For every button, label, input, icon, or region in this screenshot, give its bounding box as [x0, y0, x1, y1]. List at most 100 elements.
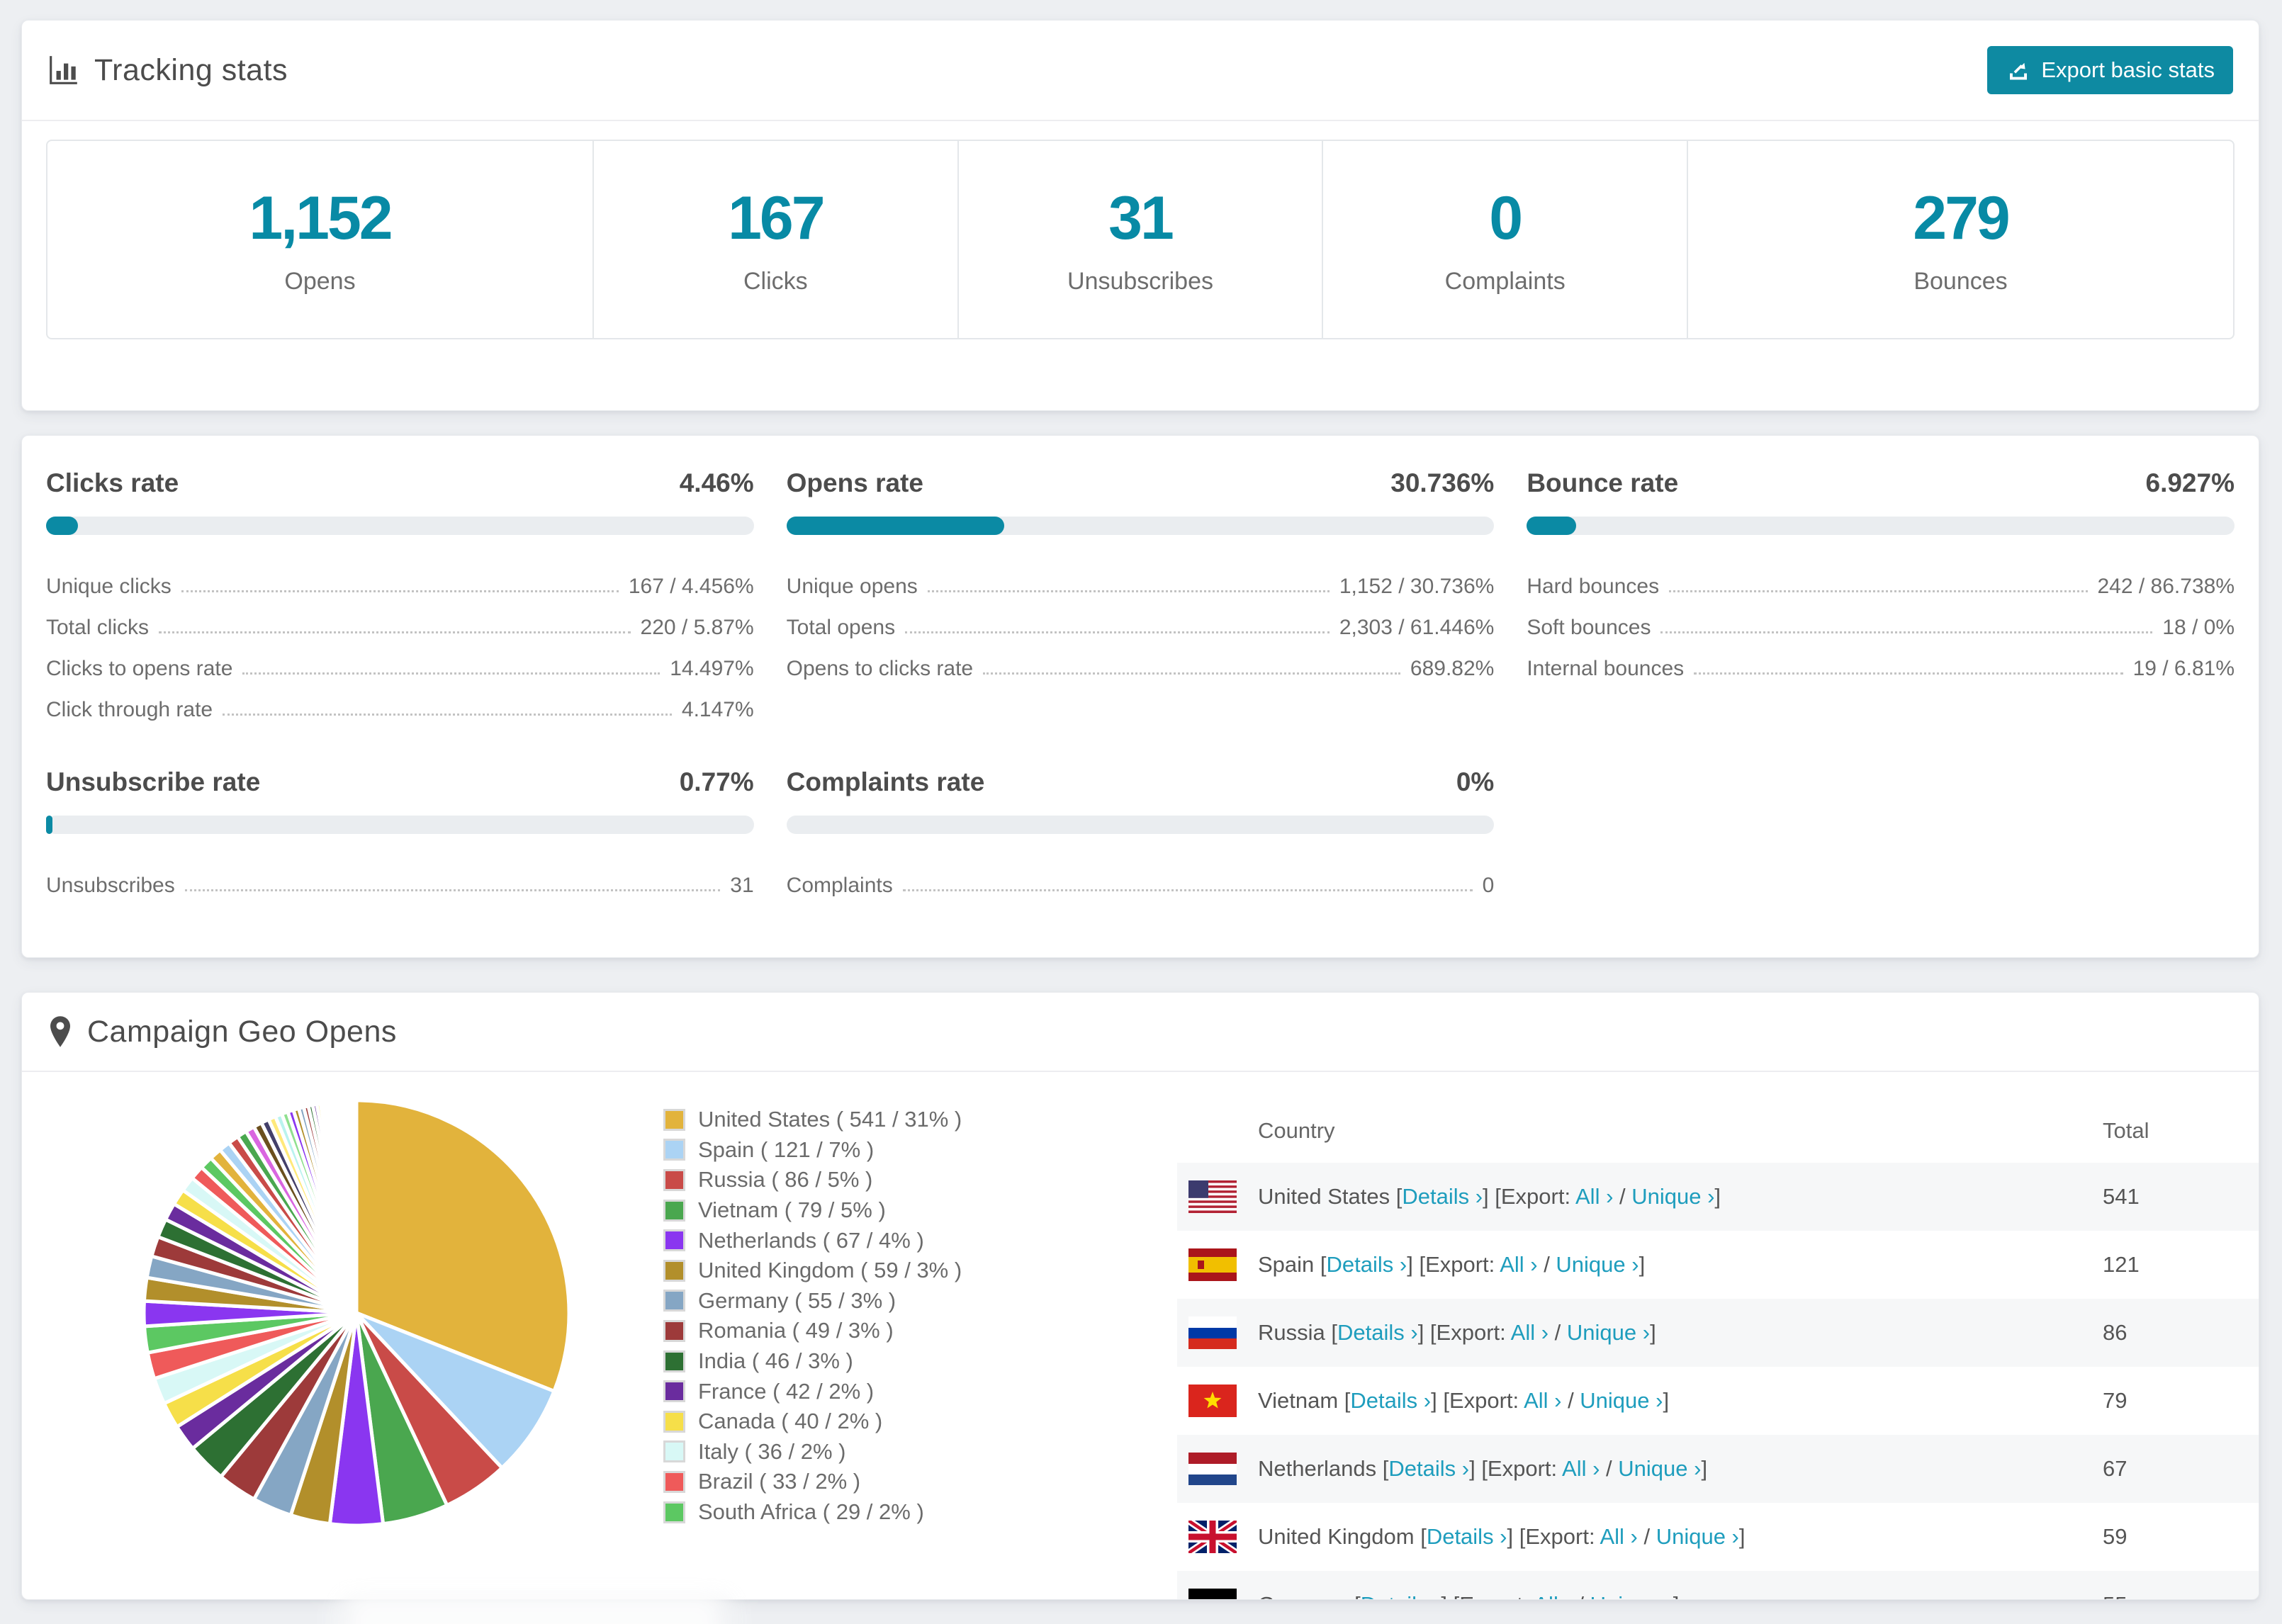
detail-row: Soft bounces 18 / 0%: [1527, 599, 2235, 640]
table-row-gb: United Kingdom [Details ›] [Export: All …: [1177, 1503, 2259, 1571]
detail-value: 31: [730, 874, 754, 897]
details-link-de[interactable]: Details ›: [1361, 1592, 1441, 1599]
rate-section-complaints: Complaints rate 0% Complaints 0: [786, 767, 1495, 898]
country-cell: Germany [Details ›] [Export: All › / Uni…: [1177, 1589, 2103, 1599]
dotted-leader: [902, 889, 1473, 891]
legend-label: Brazil ( 33 / 2% ): [698, 1469, 861, 1494]
export-button-label: Export basic stats: [2041, 57, 2215, 82]
detail-row: Unsubscribes 31: [46, 857, 754, 898]
export-unique-link-ru[interactable]: Unique ›: [1567, 1320, 1650, 1345]
country-cell: United Kingdom [Details ›] [Export: All …: [1177, 1521, 2103, 1553]
legend-swatch: [663, 1410, 685, 1433]
detail-label: Unique opens: [786, 575, 918, 598]
dotted-leader: [1669, 590, 2088, 592]
rate-title: Opens rate: [786, 468, 923, 497]
legend-label: France ( 42 / 2% ): [698, 1378, 875, 1404]
country-name: Vietnam: [1258, 1388, 1339, 1413]
dotted-leader: [1660, 631, 2153, 633]
progress-bar-fill: [46, 517, 78, 535]
detail-value: 1,152 / 30.736%: [1339, 575, 1495, 598]
page-title: Tracking stats: [94, 52, 288, 87]
legend-swatch: [663, 1440, 685, 1463]
legend-item: Romania ( 49 / 3% ): [663, 1316, 962, 1346]
progress-bar-fill: [46, 816, 52, 834]
details-link-vn[interactable]: Details ›: [1350, 1388, 1431, 1413]
details-link-ru[interactable]: Details ›: [1337, 1320, 1418, 1345]
country-cell: Vietnam [Details ›] [Export: All › / Uni…: [1177, 1385, 2103, 1417]
bar-chart-icon: [47, 54, 80, 86]
rate-head: Opens rate 30.736%: [787, 468, 1495, 498]
export-unique-link-es[interactable]: Unique ›: [1556, 1252, 1639, 1277]
export-all-link-us[interactable]: All ›: [1575, 1184, 1613, 1209]
legend-swatch: [663, 1139, 685, 1161]
detail-label: Soft bounces: [1527, 616, 1651, 639]
legend-item: United States ( 541 / 31% ): [663, 1105, 962, 1135]
rate-title: Bounce rate: [1527, 468, 1679, 497]
country-cell: United States [Details ›] [Export: All ›…: [1177, 1180, 2103, 1213]
rate-value: 30.736%: [1390, 468, 1495, 497]
legend-label: United Kingdom ( 59 / 3% ): [698, 1258, 962, 1283]
export-basic-stats-button[interactable]: Export basic stats: [1987, 46, 2233, 94]
legend-label: Vietnam ( 79 / 5% ): [698, 1197, 886, 1223]
export-unique-link-de[interactable]: Unique ›: [1590, 1592, 1673, 1599]
legend-item: Vietnam ( 79 / 5% ): [663, 1195, 962, 1226]
total-cell: 79: [2103, 1388, 2128, 1413]
stat-cell-bounces: 279 Bounces: [1688, 141, 2233, 338]
stat-cell-clicks: 167 Clicks: [594, 141, 959, 338]
export-all-link-de[interactable]: All ›: [1534, 1592, 1571, 1599]
legend-swatch: [663, 1501, 685, 1523]
detail-row: Total opens 2,303 / 61.446%: [787, 599, 1495, 640]
table-row-nl: Netherlands [Details ›] [Export: All › /…: [1177, 1435, 2259, 1503]
pie-slice-57[interactable]: [353, 1098, 359, 1315]
detail-row: Total clicks 220 / 5.87%: [46, 599, 754, 640]
export-all-link-gb[interactable]: All ›: [1600, 1524, 1637, 1549]
de-flag-icon: [1188, 1589, 1237, 1599]
export-unique-link-us[interactable]: Unique ›: [1631, 1184, 1714, 1209]
geo-country-table: Country Total United States [Details ›] …: [1177, 1099, 2259, 1599]
detail-row: Opens to clicks rate 689.82%: [787, 640, 1495, 681]
rate-head: Clicks rate 4.46%: [46, 468, 754, 498]
rate-value: 6.927%: [2145, 468, 2235, 497]
detail-label: Hard bounces: [1527, 575, 1660, 598]
details-link-es[interactable]: Details ›: [1327, 1252, 1407, 1277]
legend-label: Romania ( 49 / 3% ): [698, 1318, 894, 1343]
export-all-link-nl[interactable]: All ›: [1562, 1456, 1600, 1481]
export-unique-link-vn[interactable]: Unique ›: [1580, 1388, 1663, 1413]
stat-label: Complaints: [1444, 268, 1566, 295]
export-all-link-es[interactable]: All ›: [1500, 1252, 1537, 1277]
detail-row: Unique opens 1,152 / 30.736%: [787, 558, 1495, 599]
legend-label: Netherlands ( 67 / 4% ): [698, 1227, 924, 1253]
export-all-link-ru[interactable]: All ›: [1511, 1320, 1548, 1345]
legend-item: France ( 42 / 2% ): [663, 1376, 962, 1406]
export-all-link-vn[interactable]: All ›: [1524, 1388, 1561, 1413]
legend-item: Russia ( 86 / 5% ): [663, 1165, 962, 1195]
legend-swatch: [663, 1350, 685, 1372]
detail-row: Complaints 0: [787, 857, 1495, 898]
export-unique-link-nl[interactable]: Unique ›: [1618, 1456, 1701, 1481]
detail-label: Total opens: [786, 616, 896, 639]
progress-bar: [786, 816, 1495, 834]
dotted-leader: [181, 590, 619, 592]
stat-value: 279: [1913, 184, 2010, 252]
table-row-vn: Vietnam [Details ›] [Export: All › / Uni…: [1177, 1367, 2259, 1435]
rate-title: Unsubscribe rate: [46, 767, 261, 796]
detail-value: 18 / 0%: [2162, 616, 2235, 639]
map-pin-icon: [47, 1015, 73, 1049]
export-unique-link-gb[interactable]: Unique ›: [1656, 1524, 1739, 1549]
detail-row: Internal bounces 19 / 6.81%: [1527, 640, 2235, 681]
stat-label: Unsubscribes: [1067, 268, 1213, 295]
detail-value: 167 / 4.456%: [628, 575, 754, 598]
stat-cell-unsubscribes: 31 Unsubscribes: [959, 141, 1324, 338]
table-header-row: Country Total: [1177, 1099, 2259, 1163]
detail-label: Unique clicks: [46, 575, 172, 598]
details-link-us[interactable]: Details ›: [1402, 1184, 1483, 1209]
table-row-es: Spain [Details ›] [Export: All › / Uniqu…: [1177, 1231, 2259, 1299]
legend-item: South Africa ( 29 / 2% ): [663, 1497, 962, 1528]
detail-label: Unsubscribes: [46, 874, 175, 897]
rate-head: Bounce rate 6.927%: [1527, 468, 2235, 498]
dotted-leader: [905, 631, 1330, 633]
geo-opens-pie-chart[interactable]: [139, 1095, 574, 1530]
stat-cell-complaints: 0 Complaints: [1323, 141, 1689, 338]
details-link-gb[interactable]: Details ›: [1427, 1524, 1507, 1549]
details-link-nl[interactable]: Details ›: [1388, 1456, 1469, 1481]
